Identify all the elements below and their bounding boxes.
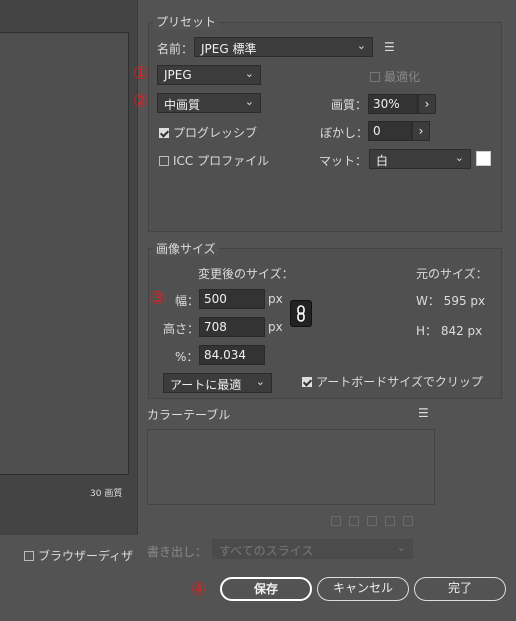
color-table-area[interactable] [147,429,435,505]
checkbox-box[interactable] [24,551,34,561]
width-unit: px [268,292,283,306]
chevron-down-icon: ⌄ [454,151,464,164]
optimize-checkbox[interactable]: 最適化 [370,68,420,85]
trash-icon[interactable] [403,516,413,526]
grid-icon[interactable] [331,516,341,526]
fit-select[interactable]: アートに最適 ⌄ [163,373,272,393]
quality-label: 画質： [331,98,368,112]
icc-profile-label: ICC プロファイル [173,154,270,168]
menu-icon[interactable]: ☰ [384,40,395,54]
optimize-label: 最適化 [384,70,421,84]
checkbox-box[interactable] [159,156,169,166]
blur-input[interactable]: 0 [368,121,412,141]
percent-label: %： [175,350,199,364]
original-height: H： 842 px [416,324,483,338]
browser-dither-checkbox[interactable]: ブラウザーディザ [24,547,133,564]
fit-value: アートに最適 [170,378,242,392]
preset-name-value: JPEG 標準 [201,42,257,56]
clip-to-artboard-checkbox[interactable]: アートボードサイズでクリップ [302,373,483,390]
annotation-1: ① [133,63,150,84]
quality-preset-select[interactable]: 中画質 ⌄ [157,93,261,113]
chevron-down-icon: ⌄ [244,67,254,80]
menu-icon[interactable]: ☰ [418,406,429,420]
chevron-right-icon[interactable]: › [418,94,436,114]
chevron-down-icon: ⌄ [255,375,265,388]
chevron-down-icon: ⌄ [244,95,254,108]
clip-label: アートボードサイズでクリップ [316,375,483,389]
preset-name-select[interactable]: JPEG 標準 ⌄ [194,37,373,57]
original-size-label: 元のサイズ： [416,267,488,281]
chevron-down-icon: ⌄ [356,39,366,52]
image-size-section-title: 画像サイズ [153,240,219,257]
cancel-button[interactable]: キャンセル [317,577,409,601]
browser-dither-label: ブラウザーディザ [38,549,134,563]
original-width: W： 595 px [416,294,486,308]
quality-preset-value: 中画質 [164,98,201,112]
color-table-icons [331,515,421,529]
chevron-right-icon[interactable]: › [412,121,430,141]
percent-input[interactable]: 84.034 [199,345,265,365]
export-value: すべてのスライス [219,544,314,558]
chevron-down-icon: ⌄ [396,541,406,554]
progressive-checkbox[interactable]: プログレッシブ [159,124,257,141]
quality-input[interactable]: 30% [368,94,418,114]
checkbox-box[interactable] [302,377,312,387]
lock-icon[interactable] [367,516,377,526]
export-label: 書き出し： [147,545,208,559]
height-unit: px [268,320,283,334]
save-button[interactable]: 保存 [220,577,312,601]
width-input[interactable]: 500 [199,289,265,309]
progressive-label: プログレッシブ [173,126,258,140]
annotation-2: ② [133,91,150,112]
new-size-label: 変更後のサイズ： [198,267,294,281]
preview-canvas[interactable] [0,32,129,475]
add-icon[interactable] [385,516,395,526]
height-input[interactable]: 708 [199,317,265,337]
cube-icon[interactable] [349,516,359,526]
matte-select[interactable]: 白 ⌄ [369,149,471,169]
annotation-4: ④ [191,579,208,600]
color-table-title: カラーテーブル [147,408,231,422]
preset-section-title: プリセット [153,13,220,30]
preset-name-label: 名前： [157,42,194,56]
matte-label: マット： [319,154,368,168]
matte-value: 白 [376,154,389,168]
format-value: JPEG [164,68,192,82]
icc-profile-checkbox[interactable]: ICC プロファイル [159,152,269,169]
link-icon[interactable] [290,300,312,327]
format-select[interactable]: JPEG ⌄ [157,65,261,85]
matte-color-swatch[interactable] [476,151,491,166]
zoom-status: 30 画質 [90,489,123,499]
checkbox-box[interactable] [159,128,169,138]
annotation-3: ③ [150,288,167,309]
blur-label: ぼかし： [320,126,369,140]
done-button[interactable]: 完了 [414,577,506,601]
width-label: 幅： [175,294,200,308]
export-select[interactable]: すべてのスライス ⌄ [212,539,413,559]
height-label: 高さ： [163,322,200,336]
checkbox-box[interactable] [370,72,380,82]
